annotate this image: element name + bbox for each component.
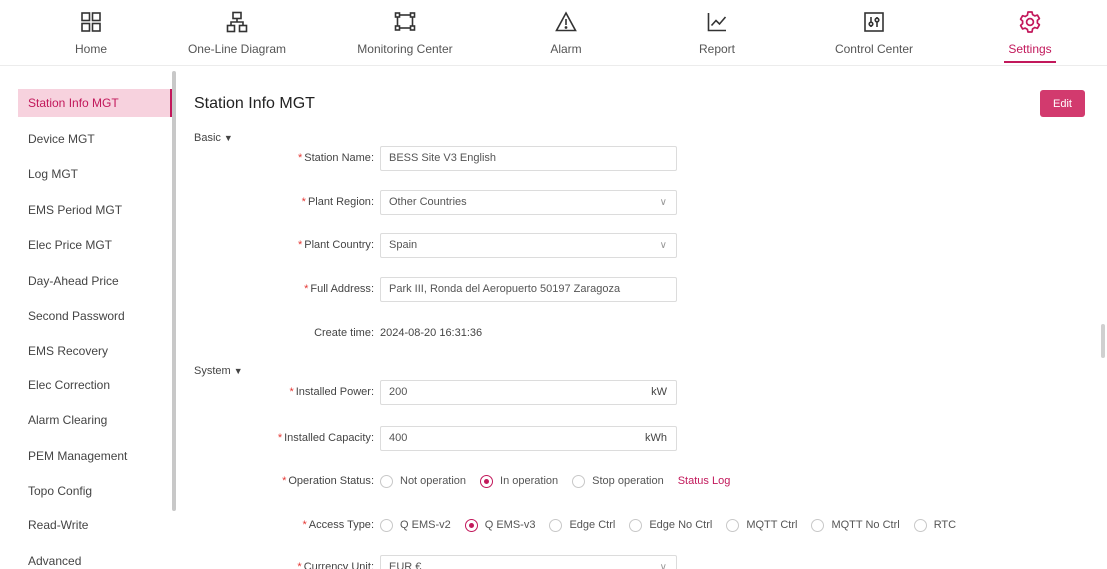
radio-not-operation[interactable]: Not operation [380,474,466,488]
nav-label: Settings [1008,42,1052,56]
section-header: Basic [194,132,221,144]
nav-label: Alarm [550,42,582,56]
sidebar-item-elec-price[interactable]: Elec Price MGT [18,231,172,259]
active-underline [1004,61,1056,63]
radio-icon [913,518,927,532]
nav-label: Home [74,42,107,56]
radio-rtc[interactable]: RTC [913,518,956,532]
radio-edge-no-ctrl[interactable]: Edge No Ctrl [629,518,712,532]
access-type-label: * Access Type: [302,519,374,531]
create-time-label: Create time: [314,327,374,339]
caret-down-icon: ▼ [233,366,243,376]
operation-status-group: Not operation In operation Stop operatio… [380,471,730,491]
installed-power-label: * Installed Power: [289,386,374,398]
full-address-label: * Full Address: [304,283,374,295]
radio-edge-ctrl[interactable]: Edge Ctrl [549,518,615,532]
sidebar-item-device-mgt[interactable]: Device MGT [18,125,172,153]
plant-country-select[interactable]: Spain ∨ [380,233,677,258]
nav-report[interactable]: Report [657,0,777,66]
status-log-link[interactable]: Status Log [678,475,731,487]
sidebar-item-day-ahead-price[interactable]: Day-Ahead Price [18,267,172,295]
currency-unit-label: * Currency Unit: [297,561,374,569]
sidebar-item-alarm-clearing[interactable]: Alarm Clearing [18,406,172,434]
sidebar: Station Info MGT Device MGT Log MGT EMS … [0,67,178,569]
sidebar-item-log-mgt[interactable]: Log MGT [18,160,172,188]
sidebar-item-second-password[interactable]: Second Password [18,302,172,330]
nav-label: Control Center [834,42,914,56]
sidebar-item-ems-recovery[interactable]: EMS Recovery [18,337,172,365]
nav-control-center[interactable]: Control Center [814,0,934,66]
caret-down-icon: ▼ [223,133,233,143]
sidebar-item-ems-period[interactable]: EMS Period MGT [18,196,172,224]
radio-icon [726,518,740,532]
station-name-field[interactable]: BESS Site V3 English [380,146,677,171]
create-time-value: 2024-08-20 16:31:36 [380,327,483,339]
sidebar-item-read-write[interactable]: Read-Write [18,511,172,539]
unit-kwh: kWh [645,432,667,444]
station-name-label: * Station Name: [298,152,374,164]
sidebar-item-station-info[interactable]: Station Info MGT [18,89,172,117]
plant-country-label: * Plant Country: [298,239,374,251]
top-nav: Home One-Line Diagram Monitoring Center … [0,0,1107,66]
radio-stop-operation[interactable]: Stop operation [572,474,664,488]
chevron-down-icon: ∨ [659,240,667,251]
radio-icon [464,518,478,532]
sidebar-item-advanced[interactable]: Advanced [18,547,172,569]
radio-in-operation[interactable]: In operation [480,474,558,488]
radio-icon [629,518,643,532]
nav-label: One-Line Diagram [187,42,287,56]
installed-capacity-field[interactable]: 400 kWh [380,426,677,451]
unit-kw: kW [651,386,667,398]
currency-unit-select[interactable]: EUR € ∨ [380,555,677,569]
basic-section-toggle[interactable]: Basic ▼ [194,132,233,144]
chevron-down-icon: ∨ [659,562,667,569]
system-section-toggle[interactable]: System ▼ [194,365,243,377]
main-scrollbar[interactable] [1101,324,1105,358]
chevron-down-icon: ∨ [659,197,667,208]
nav-settings[interactable]: Settings [970,0,1090,66]
plant-region-label: * Plant Region: [301,196,374,208]
operation-status-label: * Operation Status: [282,475,374,487]
radio-icon [480,474,494,488]
sidebar-scrollbar[interactable] [172,71,176,511]
grid-icon [79,10,103,34]
line-chart-icon [705,10,729,34]
section-header: System [194,365,231,377]
installed-capacity-label: * Installed Capacity: [277,432,374,444]
nav-monitoring-center[interactable]: Monitoring Center [345,0,465,66]
sidebar-item-pem-management[interactable]: PEM Management [18,442,172,470]
gear-icon [1018,10,1042,34]
radio-icon [549,518,563,532]
radio-q-ems-v3[interactable]: Q EMS-v3 [464,518,535,532]
hierarchy-icon [225,10,249,34]
sidebar-item-topo-config[interactable]: Topo Config [18,477,172,505]
radio-mqtt-no-ctrl[interactable]: MQTT No Ctrl [811,518,900,532]
sliders-icon [862,10,886,34]
nav-one-line-diagram[interactable]: One-Line Diagram [177,0,297,66]
sidebar-item-elec-correction[interactable]: Elec Correction [18,371,172,399]
edit-button[interactable]: Edit [1040,90,1085,117]
access-type-group: Q EMS-v2 Q EMS-v3 Edge Ctrl Edge No Ctrl… [380,515,970,535]
monitor-icon [393,10,417,34]
installed-power-field[interactable]: 200 kW [380,380,677,405]
nav-label: Report [698,42,736,56]
radio-icon [380,474,393,488]
radio-icon [380,518,393,532]
page-title: Station Info MGT [194,95,315,112]
full-address-field[interactable]: Park III, Ronda del Aeropuerto 50197 Zar… [380,277,677,302]
plant-region-select[interactable]: Other Countries ∨ [380,190,677,215]
radio-icon [572,474,586,488]
main-content: Station Info MGT Edit Basic ▼ * Station Na… [178,67,1107,569]
radio-q-ems-v2[interactable]: Q EMS-v2 [380,518,451,532]
warning-icon [554,10,578,34]
nav-home[interactable]: Home [31,0,151,66]
nav-label: Monitoring Center [357,42,453,56]
radio-icon [811,518,825,532]
radio-mqtt-ctrl[interactable]: MQTT Ctrl [726,518,797,532]
nav-alarm[interactable]: Alarm [506,0,626,66]
